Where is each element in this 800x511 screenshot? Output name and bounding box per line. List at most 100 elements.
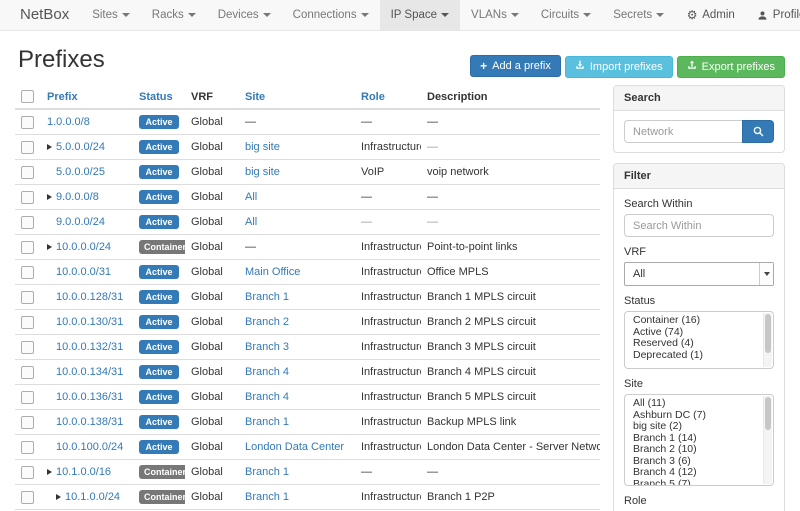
status-badge[interactable]: Active [139, 440, 179, 454]
site-link[interactable]: Branch 1 [245, 491, 289, 503]
nav-item-connections[interactable]: Connections [282, 0, 380, 30]
status-badge[interactable]: Active [139, 215, 179, 229]
site-link[interactable]: big site [245, 141, 280, 153]
row-checkbox[interactable] [21, 366, 34, 379]
row-checkbox[interactable] [21, 491, 34, 504]
row-checkbox[interactable] [21, 316, 34, 329]
description-value: Point-to-point links [427, 241, 518, 253]
site-link[interactable]: Branch 4 [245, 391, 289, 403]
prefix-link[interactable]: 9.0.0.0/24 [56, 216, 105, 228]
site-link[interactable]: London Data Center [245, 441, 344, 453]
status-badge[interactable]: Active [139, 190, 179, 204]
row-checkbox[interactable] [21, 116, 34, 129]
listbox-option[interactable]: big site (2) [625, 421, 773, 433]
row-checkbox[interactable] [21, 166, 34, 179]
row-checkbox[interactable] [21, 266, 34, 279]
listbox-option[interactable]: Reserved (4) [625, 338, 773, 350]
row-checkbox[interactable] [21, 191, 34, 204]
row-checkbox[interactable] [21, 241, 34, 254]
brand[interactable]: NetBox [8, 0, 81, 30]
sort-link[interactable]: Role [361, 91, 385, 103]
prefix-link[interactable]: 10.1.0.0/24 [65, 491, 120, 503]
nav-item-ip-space[interactable]: IP Space [380, 0, 460, 30]
prefix-link[interactable]: 10.0.0.0/31 [56, 266, 111, 278]
prefix-link[interactable]: 5.0.0.0/25 [56, 166, 105, 178]
description-value: — [427, 141, 438, 153]
nav-item-secrets[interactable]: Secrets [602, 0, 675, 30]
row-checkbox[interactable] [21, 466, 34, 479]
nav-item-profile[interactable]: Profile [746, 0, 800, 30]
export-prefixes-button[interactable]: Export prefixes [677, 56, 785, 78]
status-badge[interactable]: Active [139, 315, 179, 329]
prefix-link[interactable]: 10.0.0.130/31 [56, 316, 123, 328]
prefix-link[interactable]: 1.0.0.0/8 [47, 116, 90, 128]
nav-item-devices[interactable]: Devices [207, 0, 282, 30]
listbox-option[interactable]: All (11) [625, 398, 773, 410]
status-badge[interactable]: Active [139, 365, 179, 379]
site-link[interactable]: Branch 1 [245, 466, 289, 478]
status-badge[interactable]: Active [139, 140, 179, 154]
sort-link[interactable]: Site [245, 91, 265, 103]
row-checkbox[interactable] [21, 391, 34, 404]
vrf-select[interactable]: All [624, 262, 774, 286]
row-checkbox[interactable] [21, 341, 34, 354]
status-badge[interactable]: Active [139, 415, 179, 429]
row-checkbox[interactable] [21, 441, 34, 454]
site-link[interactable]: Branch 4 [245, 366, 289, 378]
search-button[interactable] [742, 120, 774, 143]
status-badge[interactable]: Container [139, 240, 185, 254]
search-within-input[interactable] [624, 214, 774, 237]
search-input[interactable] [624, 120, 742, 143]
prefix-link[interactable]: 10.0.0.134/31 [56, 366, 123, 378]
site-link[interactable]: Branch 1 [245, 291, 289, 303]
prefix-link[interactable]: 10.0.0.132/31 [56, 341, 123, 353]
column-label: Description [427, 91, 488, 103]
prefix-link[interactable]: 10.0.0.138/31 [56, 416, 123, 428]
status-badge[interactable]: Active [139, 290, 179, 304]
site-link[interactable]: All [245, 191, 257, 203]
row-checkbox[interactable] [21, 416, 34, 429]
vrf-value: Global [191, 466, 223, 478]
status-badge[interactable]: Active [139, 340, 179, 354]
listbox-option[interactable]: Branch 2 (10) [625, 444, 773, 456]
select-all-checkbox[interactable] [21, 90, 34, 103]
site-link[interactable]: All [245, 216, 257, 228]
nav-item-racks[interactable]: Racks [141, 0, 207, 30]
row-checkbox[interactable] [21, 291, 34, 304]
row-checkbox[interactable] [21, 141, 34, 154]
scrollbar-thumb[interactable] [765, 397, 771, 430]
prefix-link[interactable]: 10.0.0.136/31 [56, 391, 123, 403]
site-link[interactable]: Branch 2 [245, 316, 289, 328]
status-badge[interactable]: Active [139, 115, 179, 129]
nav-item-vlans[interactable]: VLANs [460, 0, 530, 30]
site-link[interactable]: Main Office [245, 266, 300, 278]
status-badge[interactable]: Active [139, 265, 179, 279]
nav-item-sites[interactable]: Sites [81, 0, 141, 30]
site-link[interactable]: Branch 1 [245, 416, 289, 428]
status-badge[interactable]: Container [139, 465, 185, 479]
status-badge[interactable]: Active [139, 390, 179, 404]
listbox-option[interactable]: Branch 4 (12) [625, 467, 773, 479]
listbox-option[interactable]: Deprecated (1) [625, 350, 773, 362]
prefix-link[interactable]: 9.0.0.0/8 [56, 191, 99, 203]
site-link[interactable]: Branch 3 [245, 341, 289, 353]
prefix-link[interactable]: 10.0.100.0/24 [56, 441, 123, 453]
nav-item-admin[interactable]: ⚙Admin [675, 0, 746, 30]
listbox-option[interactable]: Container (16) [625, 315, 773, 327]
import-prefixes-button[interactable]: Import prefixes [565, 56, 673, 78]
site-link[interactable]: big site [245, 166, 280, 178]
scrollbar-thumb[interactable] [765, 314, 771, 353]
sort-link[interactable]: Prefix [47, 91, 78, 103]
prefix-link[interactable]: 10.0.0.0/24 [56, 241, 111, 253]
description-cell: Branch 1 P2P [421, 485, 600, 510]
nav-item-circuits[interactable]: Circuits [530, 0, 602, 30]
row-checkbox[interactable] [21, 216, 34, 229]
prefix-link[interactable]: 10.0.0.128/31 [56, 291, 123, 303]
prefix-link[interactable]: 10.1.0.0/16 [56, 466, 111, 478]
status-badge[interactable]: Active [139, 165, 179, 179]
add-a-prefix-button[interactable]: +Add a prefix [470, 55, 561, 77]
status-badge[interactable]: Container [139, 490, 185, 504]
prefix-link[interactable]: 5.0.0.0/24 [56, 141, 105, 153]
sort-link[interactable]: Status [139, 91, 173, 103]
listbox-option[interactable]: Branch 5 (7) [625, 479, 773, 487]
